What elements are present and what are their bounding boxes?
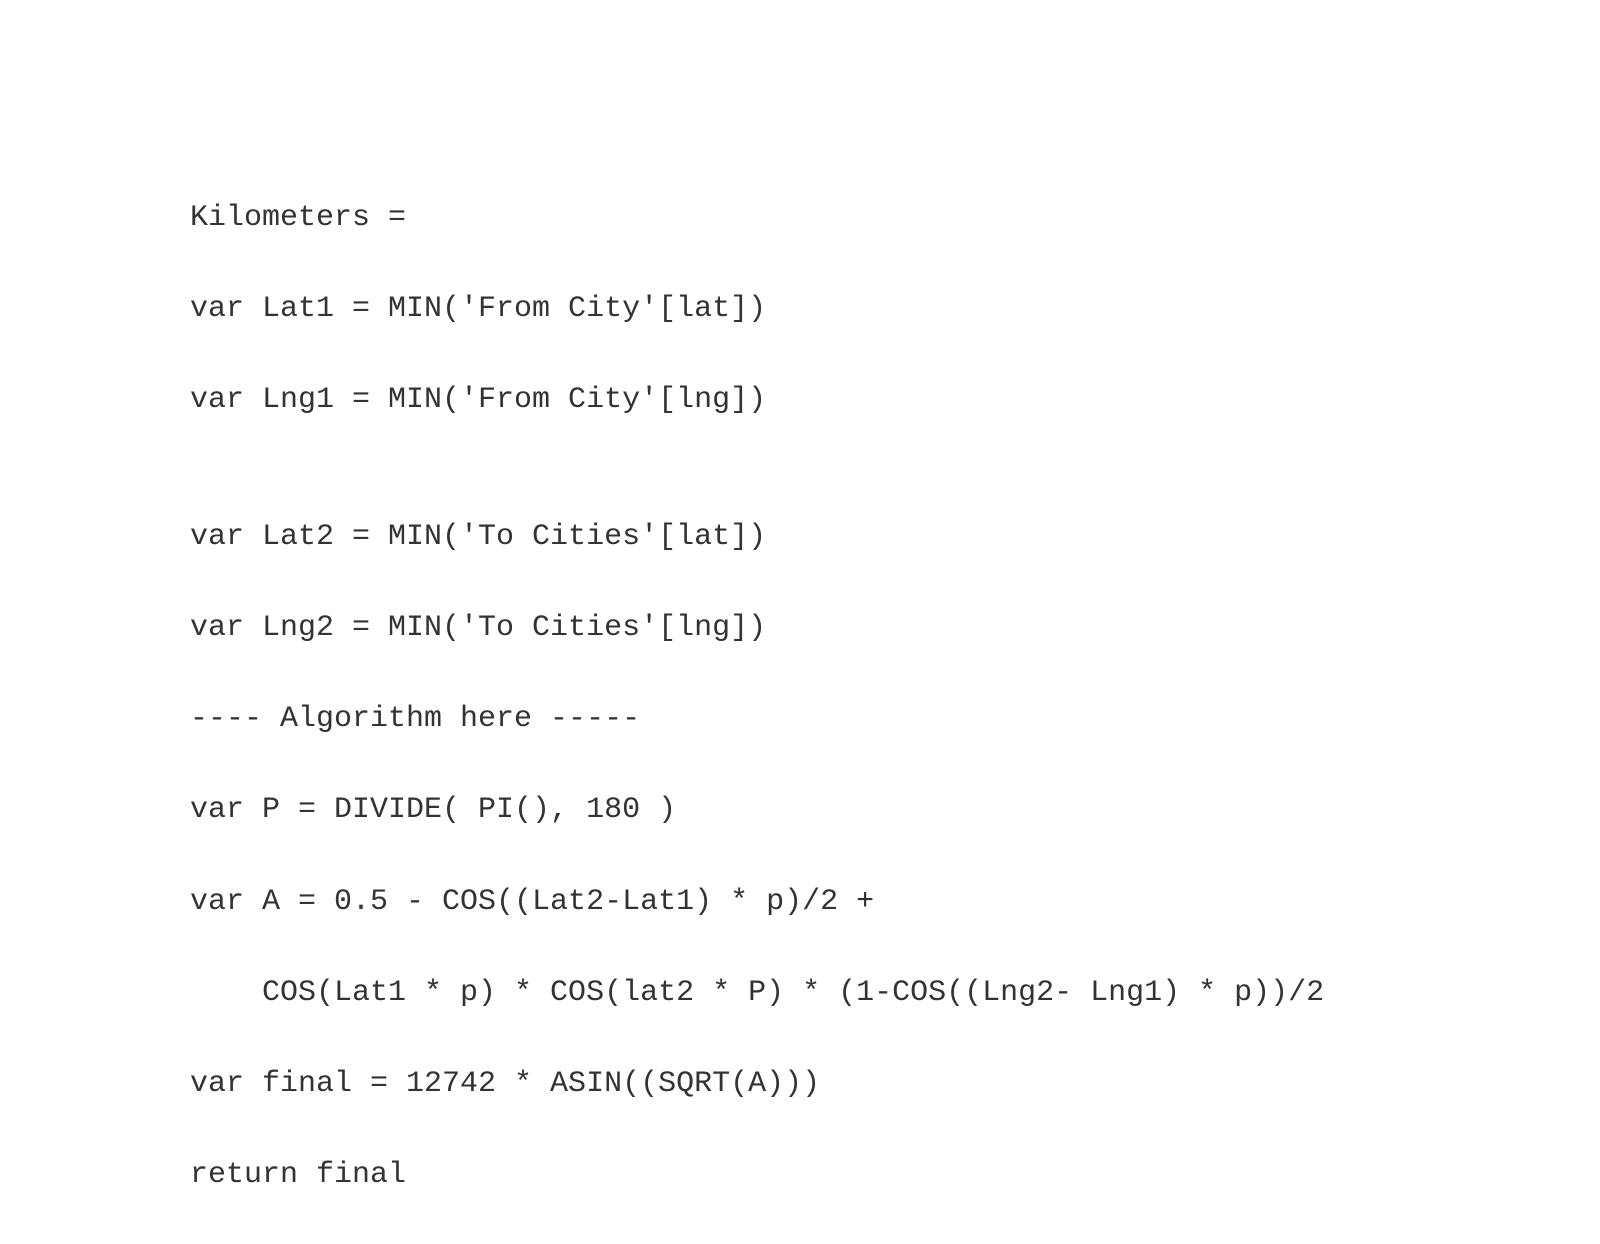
code-block: Kilometers = var Lat1 = MIN('From City'[… [190,150,1600,1244]
code-line: COS(Lat1 * p) * COS(lat2 * P) * (1-COS((… [190,971,1600,1017]
code-line: Kilometers = [190,196,1600,242]
code-line: var final = 12742 * ASIN((SQRT(A))) [190,1062,1600,1108]
code-line: var A = 0.5 - COS((Lat2-Lat1) * p)/2 + [190,880,1600,926]
code-line: var Lng2 = MIN('To Cities'[lng]) [190,606,1600,652]
code-line: var Lat2 = MIN('To Cities'[lat]) [190,515,1600,561]
code-line: ---- Algorithm here ----- [190,697,1600,743]
code-line: return final [190,1153,1600,1199]
code-line: var Lng1 = MIN('From City'[lng]) [190,378,1600,424]
code-line: var Lat1 = MIN('From City'[lat]) [190,287,1600,333]
code-line: var P = DIVIDE( PI(), 180 ) [190,788,1600,834]
